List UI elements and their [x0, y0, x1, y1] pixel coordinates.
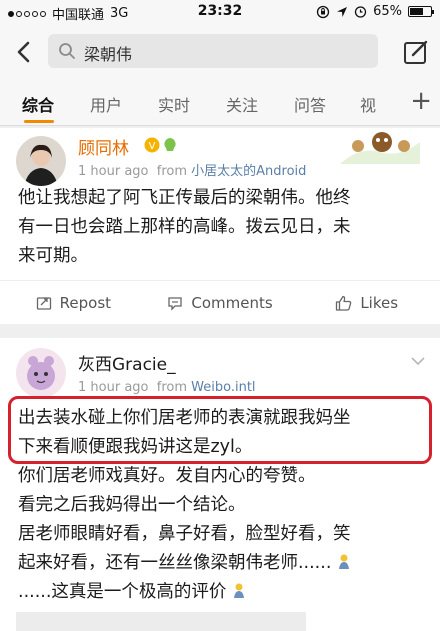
comment-icon — [168, 296, 182, 311]
source-link[interactable]: Weibo.intl — [191, 380, 255, 395]
repost-icon — [36, 296, 51, 310]
active-tab-indicator — [24, 120, 54, 123]
comments-button[interactable]: Comments — [147, 281, 294, 324]
post-card[interactable]: 顾同林 V 1 hour ago from 小居太太的Android 他让我想起… — [0, 128, 440, 324]
thumbs-up-icon — [336, 295, 352, 311]
back-arrow-icon[interactable] — [10, 38, 38, 66]
highlight-annotation-box — [8, 396, 432, 464]
post-card[interactable]: 灰西Gracie_ 1 hour ago from Weibo.intl 出去装… — [0, 338, 440, 631]
post-meta: 1 hour ago from Weibo.intl — [78, 380, 256, 395]
search-icon — [59, 43, 75, 59]
search-input[interactable]: 梁朝伟 — [48, 34, 378, 68]
tab-users[interactable]: 用户 — [90, 92, 122, 116]
likes-button[interactable]: Likes — [293, 281, 440, 324]
rotation-lock-icon — [316, 5, 330, 18]
tab-following[interactable]: 关注 — [226, 92, 258, 116]
kneeling-emoji-icon — [233, 583, 244, 598]
search-header: 梁朝伟 — [0, 24, 440, 80]
avatar[interactable] — [16, 136, 66, 186]
repost-button[interactable]: Repost — [0, 281, 147, 324]
source-link[interactable]: 小居太太的Android — [191, 164, 306, 179]
search-tabs: 综合 用户 实时 关注 问答 视 + — [0, 80, 440, 126]
badge-icons: V — [144, 137, 176, 153]
card-decoration-image — [340, 132, 420, 164]
tab-qa[interactable]: 问答 — [294, 92, 326, 116]
chevron-down-icon[interactable] — [410, 356, 426, 366]
battery-icon — [408, 6, 434, 17]
post-body: 他让我想起了阿飞正传最后的梁朝伟。他终 有一日也会踏上那样的高峰。拨云见日，未 … — [18, 188, 351, 266]
tab-video[interactable]: 视 — [360, 92, 376, 116]
add-tab-icon[interactable]: + — [410, 86, 432, 116]
post-meta: 1 hour ago from 小居太太的Android — [78, 164, 307, 179]
username[interactable]: 灰西Gracie_ — [78, 350, 176, 375]
image-attachment-placeholder[interactable] — [16, 612, 306, 631]
status-bar: 中国联通 3G 23:32 65% — [0, 0, 440, 24]
svg-text:V: V — [149, 141, 156, 152]
post-actions: Repost Comments Likes — [0, 280, 440, 324]
location-arrow-icon — [337, 6, 348, 17]
avatar[interactable] — [16, 348, 66, 398]
tab-realtime[interactable]: 实时 — [158, 92, 190, 116]
alarm-clock-icon — [354, 6, 367, 18]
username[interactable]: 顾同林 — [78, 134, 129, 159]
battery-percent: 65% — [373, 4, 402, 19]
compose-icon[interactable] — [402, 38, 430, 66]
search-query-text: 梁朝伟 — [84, 45, 133, 64]
tab-comprehensive[interactable]: 综合 — [22, 92, 54, 116]
kneeling-emoji-icon — [338, 554, 349, 569]
